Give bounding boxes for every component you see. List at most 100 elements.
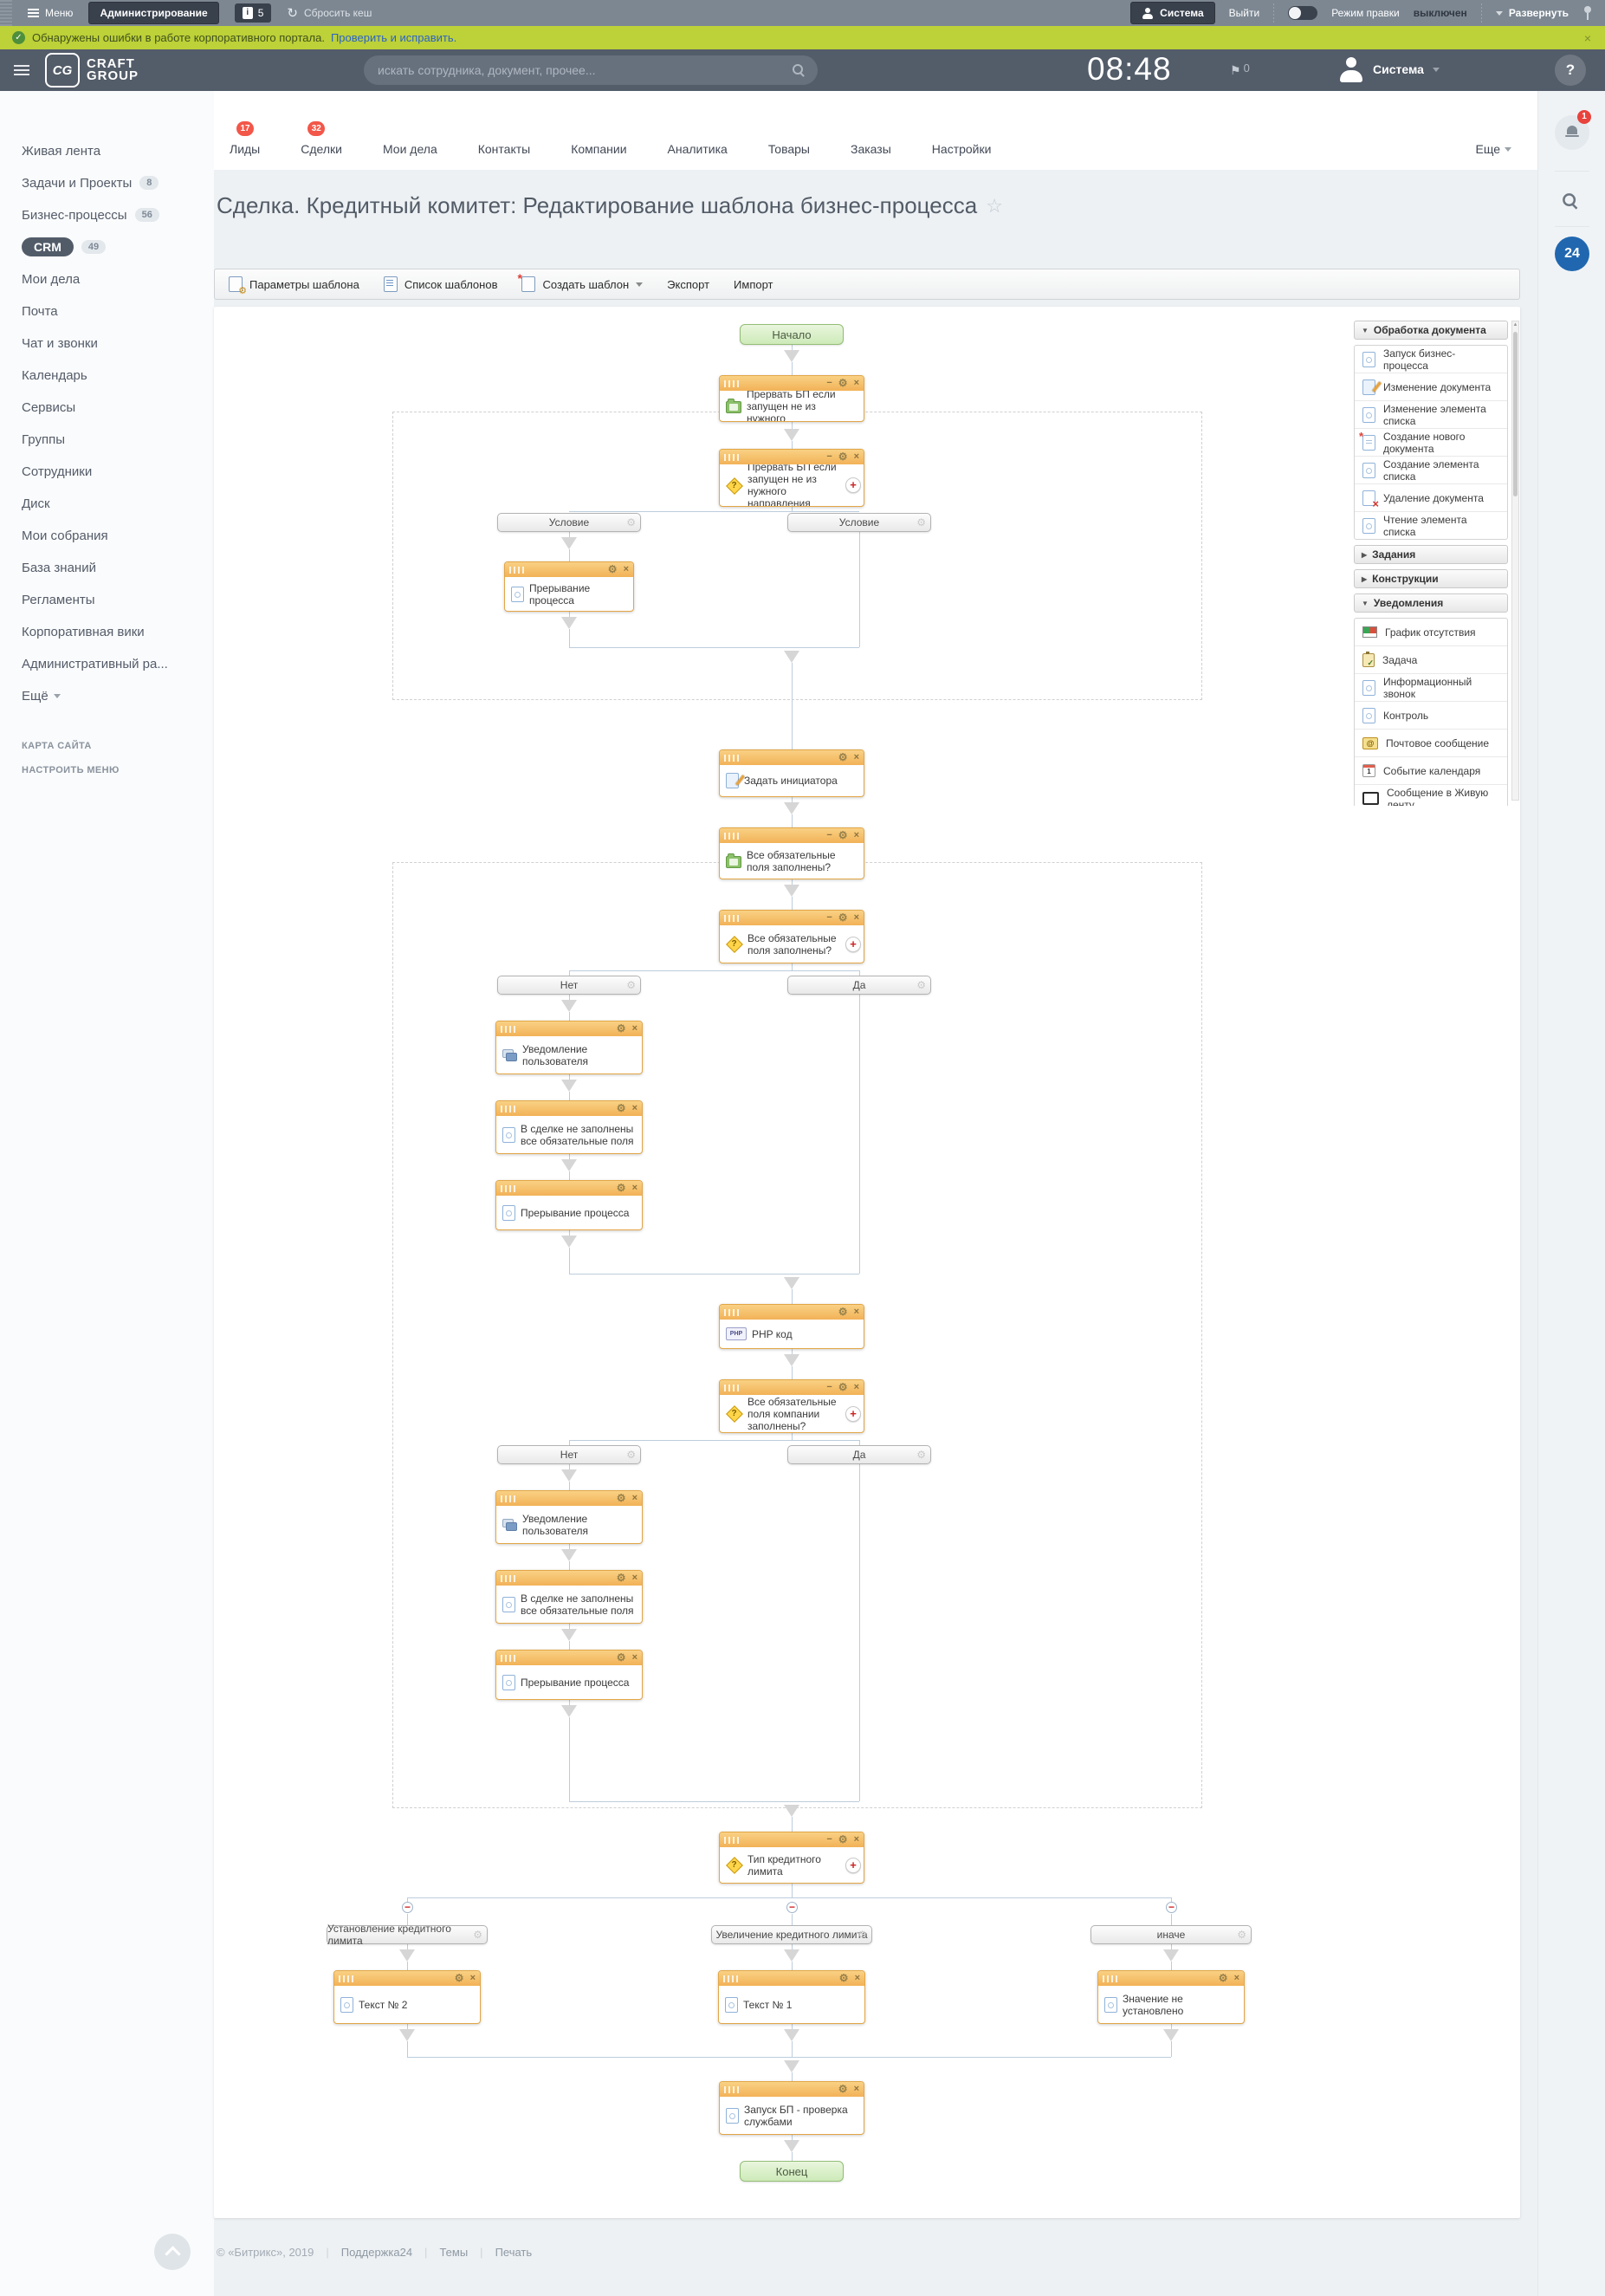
flow-node-required-fields[interactable]: −⚙× Все обязательные поля заполнены? [719,827,864,879]
tab-analytics[interactable]: Аналитика [668,142,728,156]
tab-orders[interactable]: Заказы [851,142,891,156]
minimize-icon[interactable]: − [826,913,832,923]
drag-handle-icon[interactable] [501,1495,515,1502]
drag-handle-icon[interactable] [1103,1975,1117,1982]
drag-handle-icon[interactable] [724,380,739,387]
system-user-button[interactable]: Система [1130,2,1215,24]
close-icon[interactable]: × [854,379,859,388]
flow-node-value-not-set[interactable]: ⚙× Значение не установлено [1097,1970,1245,2024]
palette-scrollbar[interactable]: ▲ [1511,321,1519,801]
sidebar-item-admin[interactable]: Административный ра... [22,654,214,673]
close-icon[interactable]: × [632,1104,637,1113]
settings-gear-icon[interactable]: ⚙ [838,753,848,762]
close-icon[interactable]: × [632,1573,637,1583]
drag-handle-icon[interactable] [723,1975,738,1982]
close-icon[interactable]: × [470,1974,476,1983]
flow-node-interrupt-bp-condition[interactable]: −⚙× Прервать БП если запущен не из нужно… [719,449,864,507]
sidebar-item-meetings[interactable]: Мои собрания [22,526,214,545]
settings-gear-icon[interactable]: ⚙ [838,1383,848,1392]
palette-item-absence-chart[interactable]: График отсутствия [1355,619,1507,646]
drag-handle-icon[interactable] [501,1655,515,1662]
flow-node-deal-missing-fields[interactable]: ⚙× В сделке не заполнены все обязательны… [495,1100,643,1154]
settings-gear-icon[interactable]: ⚙ [1219,1974,1228,1983]
minimize-icon[interactable]: − [826,1835,832,1845]
tab-more[interactable]: Еще [1476,142,1512,156]
sidebar-item-knowledge[interactable]: База знаний [22,558,214,577]
drag-handle-icon[interactable] [339,1975,353,1982]
branch-yes[interactable]: Да⚙ [787,1445,931,1464]
flow-node-deal-missing-fields[interactable]: ⚙× В сделке не заполнены все обязательны… [495,1570,643,1624]
flow-node-required-fields-condition[interactable]: −⚙× Все обязательные поля заполнены?+ [719,910,864,963]
branch-else[interactable]: иначе⚙ [1090,1925,1252,1944]
minimize-icon[interactable]: − [826,831,832,840]
close-icon[interactable]: × [854,2085,859,2094]
settings-gear-icon[interactable]: ⚙ [617,1573,626,1583]
flow-node-text-2[interactable]: ⚙× Текст № 2 [333,1970,481,2024]
settings-gear-icon[interactable]: ⚙ [838,1307,848,1317]
flow-node-text-1[interactable]: ⚙× Текст № 1 [718,1970,865,2024]
close-icon[interactable]: × [854,1835,859,1845]
palette-item-create-list-element[interactable]: Создание элемента списка [1355,457,1507,484]
drag-handle-icon[interactable] [724,454,739,461]
drag-handle-icon[interactable] [724,833,739,840]
settings-gear-icon[interactable]: ⚙ [626,1449,636,1461]
close-alert-icon[interactable]: × [1584,31,1591,45]
settings-gear-icon[interactable]: ⚙ [617,1104,626,1113]
sidebar-item-regulations[interactable]: Регламенты [22,590,214,609]
sidebar-item-live-feed[interactable]: Живая лента [22,141,214,160]
branch-no[interactable]: Нет⚙ [497,1445,641,1464]
settings-gear-icon[interactable]: ⚙ [1237,1929,1246,1941]
flag-counter[interactable]: ⚑0 [1230,62,1250,78]
close-icon[interactable]: × [632,1184,637,1193]
flow-node-set-initiator[interactable]: ⚙× Задать инициатора [719,749,864,797]
company-logo[interactable]: CG CRAFTGROUP [45,53,139,88]
pin-icon[interactable] [1582,6,1593,21]
flow-node-company-fields-condition[interactable]: −⚙× Все обязательные поля компании запол… [719,1379,864,1433]
palette-item-task[interactable]: Задача [1355,646,1507,674]
info-counter-chip[interactable]: i5 [235,3,272,23]
admin-menu-button[interactable]: Меню [28,7,73,19]
palette-item-email[interactable]: Почтовое сообщение [1355,730,1507,757]
sidebar-item-more[interactable]: Ещё [22,686,214,705]
flow-node-user-notification[interactable]: ⚙× Уведомление пользователя [495,1490,643,1544]
palette-section-document-processing[interactable]: ▼Обработка документа [1354,321,1508,340]
palette-item-edit-list-element[interactable]: Изменение элемента списка [1355,401,1507,429]
drag-handle-icon[interactable] [724,915,739,922]
drag-handle-icon[interactable] [501,1575,515,1582]
export-button[interactable]: Экспорт [667,278,709,291]
hamburger-icon[interactable] [14,65,29,75]
tab-leads[interactable]: 17Лиды [230,142,260,156]
configure-menu-link[interactable]: НАСТРОИТЬ МЕНЮ [22,765,214,775]
settings-gear-icon[interactable]: ⚙ [617,1184,626,1193]
close-icon[interactable]: × [854,452,859,462]
close-icon[interactable]: × [854,1307,859,1317]
import-button[interactable]: Импорт [734,278,773,291]
settings-gear-icon[interactable]: ⚙ [838,452,848,462]
minimize-icon[interactable]: − [826,1383,832,1392]
sidebar-item-my-activities[interactable]: Мои дела [22,269,214,289]
reset-cache-button[interactable]: ↻Сбросить кеш [287,5,372,21]
sidebar-item-calendar[interactable]: Календарь [22,366,214,385]
support-link[interactable]: Поддержка24 [341,2246,412,2259]
tab-contacts[interactable]: Контакты [478,142,530,156]
palette-item-edit-document[interactable]: Изменение документа [1355,373,1507,401]
remove-branch-icon[interactable]: − [402,1902,413,1913]
palette-item-calendar-event[interactable]: Событие календаря [1355,757,1507,785]
settings-gear-icon[interactable]: ⚙ [838,1835,848,1845]
add-branch-icon[interactable]: + [845,1858,861,1873]
palette-item-create-document[interactable]: Создание нового документа [1355,429,1507,457]
drag-handle-icon[interactable] [501,1106,515,1112]
sidebar-item-services[interactable]: Сервисы [22,398,214,417]
drag-handle-icon[interactable] [724,1837,739,1844]
close-icon[interactable]: × [632,1653,637,1663]
minimize-icon[interactable]: − [826,379,832,388]
drag-handle-icon[interactable] [509,567,524,574]
minimize-icon[interactable]: − [826,452,832,462]
edit-mode-toggle[interactable] [1288,6,1317,20]
palette-section-constructs[interactable]: ▶Конструкции [1354,569,1508,588]
settings-gear-icon[interactable]: ⚙ [473,1929,482,1941]
tab-settings[interactable]: Настройки [932,142,992,156]
settings-gear-icon[interactable]: ⚙ [916,516,926,529]
settings-gear-icon[interactable]: ⚙ [617,1653,626,1663]
sidebar-item-crm[interactable]: CRM49 [22,237,214,256]
